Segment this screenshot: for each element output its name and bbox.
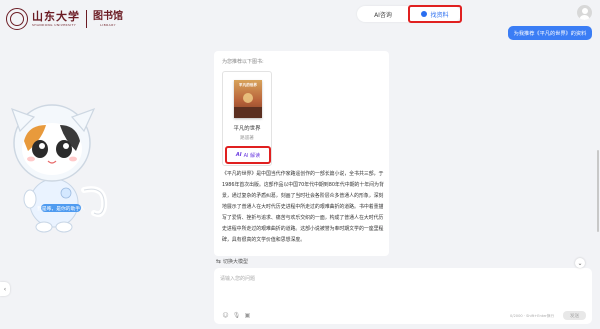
book-summary: 《平凡的世界》是中国当代作家路遥创作的一部长篇小说，全书共三部，于1986年首次… — [222, 171, 384, 243]
scroll-down-button[interactable]: ⌄ — [575, 258, 585, 268]
scrollbar[interactable] — [597, 150, 599, 232]
mascot-body — [29, 178, 79, 228]
ai-sparkle-icon: AI — [235, 152, 242, 158]
chevron-down-icon: ⌄ — [577, 259, 583, 267]
mascot-illustration — [10, 104, 108, 233]
answer-card: 为您推荐以下图书: 平凡的世界 平凡的世界 路遥著 AI AI 解读 《平凡的世… — [214, 51, 389, 256]
cover-land-shape — [234, 107, 262, 118]
user-avatar[interactable] — [577, 5, 592, 20]
answer-intro: 为您推荐以下图书: — [222, 59, 264, 65]
image-icon[interactable]: ▣ — [244, 312, 251, 319]
brand-text: 山东大学 SHANDONG UNIVERSITY — [32, 9, 80, 28]
brand-name-en: SHANDONG UNIVERSITY — [32, 22, 77, 27]
chat-input-box: ☺ 🎙 ▣ 0/2000 · Shift+Enter换行 发送 — [214, 268, 592, 324]
mode-switch: AI咨询 找资料 — [357, 5, 462, 23]
mascot-caption: 我是啄，是你的助手人 — [37, 204, 85, 212]
logo-divider — [86, 10, 87, 28]
book-title[interactable]: 平凡的世界 — [223, 124, 271, 132]
char-counter: 0/2000 · Shift+Enter换行 — [510, 314, 555, 318]
book-cover-title: 平凡的世界 — [239, 83, 257, 87]
library-logo[interactable]: 山东大学 SHANDONG UNIVERSITY 图书馆 LIBRARY — [6, 7, 123, 31]
library-text: 图书馆 LIBRARY — [93, 11, 123, 28]
sidebar-collapse-button[interactable]: ‹ — [0, 282, 10, 296]
switch-model-button[interactable]: ⇆ 切换大模型 — [216, 258, 248, 265]
switch-model-label: 切换大模型 — [223, 259, 249, 265]
tab-ai-consult-label: AI咨询 — [374, 11, 392, 19]
question-input[interactable] — [220, 275, 580, 295]
user-message-bubble: 为我推荐《平凡的世界》的资料 — [508, 26, 592, 40]
university-seal-icon — [6, 8, 28, 30]
cover-sun-shape — [243, 93, 253, 103]
chevron-left-icon: ‹ — [3, 285, 7, 293]
book-card[interactable]: 平凡的世界 平凡的世界 路遥著 AI AI 解读 — [222, 71, 272, 166]
book-author: 路遥著 — [240, 136, 254, 141]
library-name: 图书馆 — [93, 10, 123, 22]
chat-bubble-icon — [421, 11, 428, 17]
ai-interpret-button[interactable]: AI AI 解读 — [225, 146, 271, 164]
ai-interpret-label: AI 解读 — [243, 152, 261, 159]
microphone-icon[interactable]: 🎙 — [233, 312, 241, 319]
brand-name: 山东大学 — [32, 9, 80, 23]
tab-find-resources-label: 找资料 — [430, 11, 449, 19]
send-button[interactable]: 发送 — [563, 311, 586, 320]
tab-find-resources[interactable]: 找资料 — [408, 5, 462, 23]
book-cover-image[interactable]: 平凡的世界 — [234, 80, 262, 118]
input-toolbar: ☺ 🎙 ▣ — [222, 312, 251, 319]
swap-icon: ⇆ — [216, 258, 222, 265]
emoji-icon[interactable]: ☺ — [222, 312, 229, 319]
library-name-en: LIBRARY — [100, 22, 116, 27]
tab-ai-consult[interactable]: AI咨询 — [357, 6, 409, 22]
